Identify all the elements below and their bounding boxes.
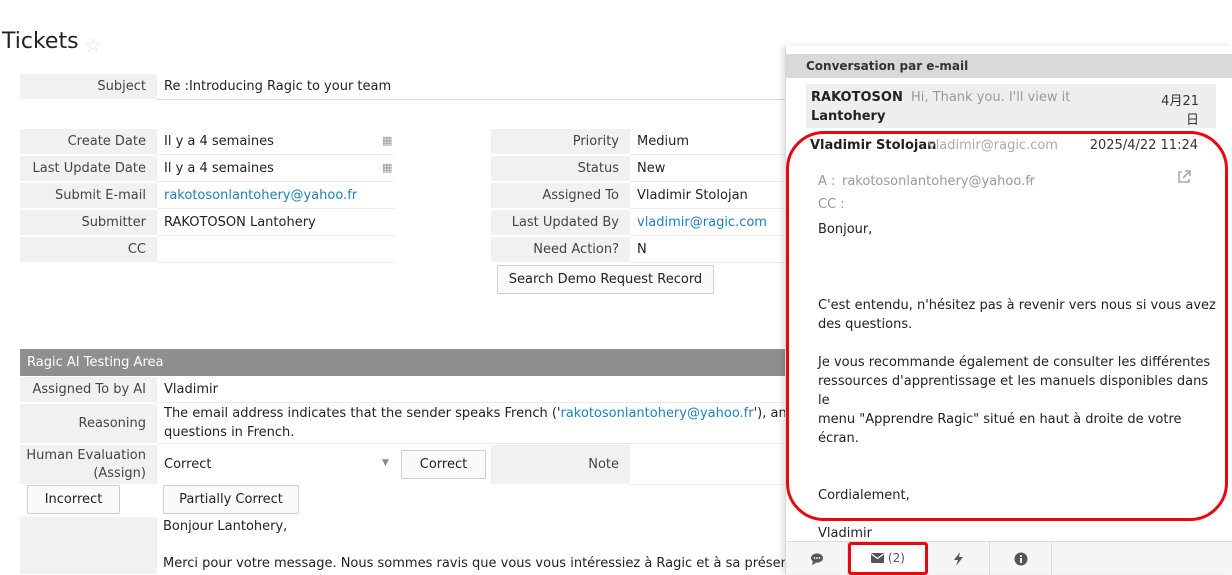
bolt-icon[interactable] — [928, 542, 990, 575]
status-label: Status — [491, 156, 630, 182]
cc-label: CC : — [818, 197, 845, 212]
message-paragraph-line: des questions. — [818, 317, 913, 332]
create-date-value[interactable]: Il y a 4 semaines — [157, 129, 395, 155]
thread-preview: Hi, Thank you. I'll view it — [911, 90, 1071, 105]
message-paragraph-line: C'est entendu, n'hésitez pas à revenir v… — [818, 298, 1216, 313]
thread-sender: RAKOTOSON Lantohery — [811, 88, 903, 126]
calendar-icon[interactable]: ▦ — [382, 134, 392, 147]
message-datetime: 2025/4/22 11:24 — [1089, 138, 1198, 153]
last-updated-by-value[interactable]: vladimir@ragic.com — [630, 210, 787, 236]
email-conversation-panel: Conversation par e-mail RAKOTOSON Lantoh… — [785, 46, 1232, 575]
page-title: Tickets — [2, 29, 79, 54]
message-paragraph-line: Je vous recommande également de consulte… — [818, 355, 1211, 370]
comment-icon[interactable] — [786, 542, 848, 575]
ai-section-header: Ragic AI Testing Area — [20, 349, 787, 376]
note-label: Note — [491, 445, 630, 485]
incorrect-button[interactable]: Incorrect — [27, 485, 120, 514]
subject-value[interactable]: Re :Introducing Ragic to your team — [157, 74, 787, 100]
last-updated-by-label: Last Updated By — [491, 210, 630, 236]
assigned-by-ai-value[interactable]: Vladimir — [157, 377, 787, 403]
reply-label-cell — [20, 517, 157, 574]
message-closing: Cordialement, — [818, 488, 910, 503]
thread-date: 4月21日 — [1161, 94, 1199, 128]
last-update-date-label: Last Update Date — [20, 156, 157, 182]
reasoning-label: Reasoning — [20, 404, 157, 444]
chevron-down-icon[interactable]: ▼ — [382, 458, 389, 468]
star-icon[interactable]: ☆ — [84, 33, 102, 57]
message-paragraph-line: ressources d'apprentissage et les manuel… — [818, 374, 1209, 408]
human-evaluation-label: Human Evaluation (Assign) — [20, 445, 157, 485]
calendar-icon[interactable]: ▦ — [382, 161, 392, 174]
message-greeting: Bonjour, — [818, 222, 873, 237]
cc-label: CC — [20, 237, 157, 263]
reasoning-text: questions in French. — [164, 425, 295, 440]
reasoning-text: '), and Vladimir — [753, 406, 787, 421]
assigned-to-value[interactable]: Vladimir Stolojan — [630, 183, 787, 209]
submit-email-label: Submit E-mail — [20, 183, 157, 209]
message-paragraph-line: menu "Apprendre Ragic" situé en haut à d… — [818, 412, 1182, 446]
correct-button[interactable]: Correct — [401, 450, 486, 479]
reasoning-email-link[interactable]: rakotosonlantohery@yahoo.fr — [560, 406, 753, 421]
thread-sender-line1: RAKOTOSON — [811, 90, 903, 105]
status-value[interactable]: New — [630, 156, 787, 182]
email-tab[interactable]: (2) — [848, 542, 928, 575]
external-link-icon[interactable] — [1176, 169, 1192, 185]
mail-count: (2) — [887, 551, 905, 565]
human-evaluation-label-line1: Human Evaluation — [26, 448, 146, 463]
to-value: rakotosonlantohery@yahoo.fr — [842, 174, 1036, 189]
panel-header: Conversation par e-mail — [786, 54, 1232, 78]
cc-value[interactable] — [157, 237, 395, 263]
partially-correct-button[interactable]: Partially Correct — [163, 485, 299, 514]
assigned-to-label: Assigned To — [491, 183, 630, 209]
search-demo-request-button[interactable]: Search Demo Request Record — [497, 265, 714, 294]
panel-toolbar: (2) — [786, 541, 1232, 575]
assigned-by-ai-label: Assigned To by AI — [20, 377, 157, 403]
message-from-email: vladimir@ragic.com — [928, 138, 1058, 153]
reply-line-1: Bonjour Lantohery, — [163, 519, 288, 534]
human-evaluation-label-line2: (Assign) — [93, 466, 146, 481]
reasoning-text: The email address indicates that the sen… — [164, 406, 561, 421]
message-body: Bonjour, C'est entendu, n'hésitez pas à … — [818, 220, 1218, 543]
check-icon: ✓ — [1025, 173, 1036, 187]
message-from-name: Vladimir Stolojan — [810, 138, 937, 153]
submitter-label: Submitter — [20, 210, 157, 236]
submitter-value[interactable]: RAKOTOSON Lantohery — [157, 210, 395, 236]
to-label: A : — [818, 174, 836, 189]
last-update-date-value[interactable]: Il y a 4 semaines — [157, 156, 395, 182]
need-action-label: Need Action? — [491, 237, 630, 263]
info-icon[interactable] — [990, 542, 1052, 575]
thread-item[interactable]: RAKOTOSON Lantohery Hi, Thank you. I'll … — [806, 84, 1216, 128]
reasoning-value[interactable]: The email address indicates that the sen… — [157, 404, 787, 444]
mail-icon — [871, 551, 885, 565]
subject-label: Subject — [20, 74, 157, 100]
reply-line-2: Merci pour votre message. Nous sommes ra… — [163, 556, 787, 571]
need-action-value[interactable]: N — [630, 237, 787, 263]
submit-email-value[interactable]: rakotosonlantohery@yahoo.fr — [157, 183, 395, 209]
note-field[interactable] — [630, 445, 787, 485]
priority-value[interactable]: Medium — [630, 129, 787, 155]
thread-sender-line2: Lantohery — [811, 109, 886, 124]
human-evaluation-select[interactable]: Correct — [157, 450, 395, 480]
create-date-label: Create Date — [20, 129, 157, 155]
priority-label: Priority — [491, 129, 630, 155]
